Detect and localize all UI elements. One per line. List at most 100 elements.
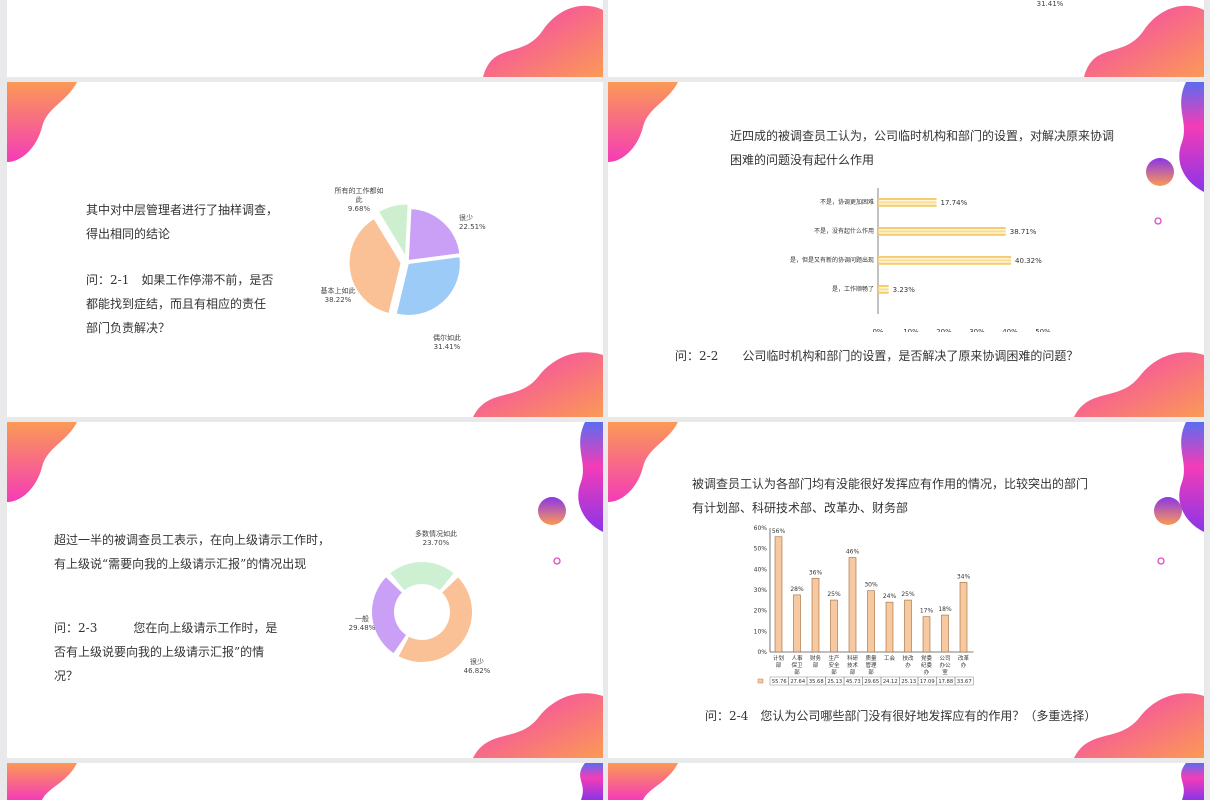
pie-label-jibenshang: 基本上如此 38.22% [320,287,356,304]
donut-slice [398,577,472,662]
pie-label-suoyou: 所有的工作都如此 9.68% [334,187,384,213]
top-left-blob-decoration [7,422,77,502]
vbar-value-label: 25% [901,591,915,598]
ring-decoration [1154,217,1162,225]
vbar-value-label: 17% [920,608,934,615]
vbar-category-label: 办公 [939,661,951,669]
hbar-rect [878,233,1006,236]
pie-slice [395,256,461,316]
slide-top-left [7,0,603,77]
vbar-category-label: 管理 [865,661,877,669]
right-edge-blob-decoration [580,763,603,800]
gradient-circle-decoration [1154,497,1182,525]
vbar-category-label: 部 [831,668,837,676]
data-table-legend-key [757,678,764,684]
hbar-rect [878,285,889,288]
slide-3: 超过一半的被调查员工表示，在向上级请示工作时，有上级说“需要向我的上级请示汇报”… [7,422,603,758]
slide-question-text: 问：2-4 您认为公司哪些部门没有很好地发挥应有的作用？（多重选择） [705,709,1097,723]
slide-top-right: 31.41% [608,0,1204,77]
slide-2: 近四成的被调查员工认为，公司临时机构和部门的设置，对解决原来协调困难的问题没有起… [608,82,1204,417]
hbar-value-label: 17.74% [941,199,968,207]
slide-intro-text: 近四成的被调查员工认为，公司临时机构和部门的设置，对解决原来协调困难的问题没有起… [730,129,1115,167]
vbar-category-label: 保卫 [791,661,803,669]
donut-label-duoshu: 多数情况如此 23.70% [415,530,457,547]
vbar-rect [885,601,894,653]
hbar-rect [878,198,937,201]
donut-label-yiban: 一般 29.48% [348,615,376,632]
data-table-value: 24.12 [883,679,898,685]
vbar-value-label: 34% [957,573,971,580]
hbar-category-label: 不是，没有起什么作用 [814,227,874,235]
vbar-category-label: 办 [961,661,967,669]
hbar-rect [878,291,889,294]
slide-4: 被调查员工认为各部门均有没能很好发挥应有作用的情况，比较突出的部门有计划部、科研… [608,422,1204,758]
data-table-value: 27.64 [790,679,806,685]
vbar-category-label: 部 [776,661,782,669]
data-table-value: 29.65 [864,679,879,685]
corner-blob-decoration [473,693,603,758]
slide-intro-text: 其中对中层管理者进行了抽样调查，得出相同的结论 [86,203,279,241]
slide-question-text: 问：2-1 如果工作停滞不前，是否都能找到症结，而且有相应的责任部门负责解决？ [86,273,274,335]
hbar-tick-label: 50% [1035,328,1051,332]
vbar-rect [774,536,783,653]
vbar-tick-label: 10% [754,628,768,635]
vbar-rect [941,614,949,653]
vbar-category-label: 部 [868,668,874,676]
gradient-circle-decoration [538,497,566,525]
top-left-blob-decoration [608,763,678,800]
vbar-rect [867,590,875,653]
vbar-tick-label: 40% [754,566,768,573]
right-edge-blob-decoration [578,422,603,532]
vbar-category-label: 办 [905,661,911,669]
vbar-rect [793,594,801,653]
vbar-category-label: 科研 [847,654,859,662]
vbar-value-label: 56% [772,528,786,535]
hbar-value-label: 40.32% [1015,257,1042,265]
vbar-tick-label: 20% [754,608,768,615]
vbar-category-label: 安全 [828,661,840,669]
data-table-value: 55.76 [772,679,787,685]
vbar-category-label: 财务 [810,654,822,662]
vbar-value-label: 46% [846,548,860,555]
ring-decoration [1157,557,1165,565]
slide-1: 其中对中层管理者进行了抽样调查，得出相同的结论 问：2-1 如果工作停滞不前，是… [7,82,603,417]
slide-question-text: 问：2-2 公司临时机构和部门的设置，是否解决了原来协调困难的问题？ [675,349,1079,363]
hbar-tick-label: 20% [936,328,952,332]
vbar-category-label: 部 [813,661,819,669]
vbar-rect [830,599,838,653]
hbar-rect [878,262,1012,265]
vbar-category-label: 办 [924,668,930,676]
vbar-tick-label: 50% [754,546,768,553]
hbar-rect [878,259,1012,262]
top-left-blob-decoration [7,82,77,162]
hbar-tick-label: 40% [1002,328,1018,332]
pie-slice [407,208,461,262]
pie-label-henshao: 很少 22.51% [459,214,486,231]
hbar-rect [878,204,937,207]
vbar-category-label: 技术 [847,661,859,669]
right-edge-blob-decoration [1181,763,1204,800]
vbar-chart-2-4: 0%10%20%30%40%50%60% 56%计划部55.7628%人事保卫部2… [754,525,974,686]
vbar-tick-label: 30% [754,587,768,594]
vbar-value-label: 18% [938,606,952,613]
top-left-blob-decoration [608,82,678,162]
data-table-value: 33.67 [957,679,972,685]
vbar-value-label: 30% [864,582,878,589]
vbar-rect [959,582,968,653]
vbar-category-label: 改革 [958,654,970,662]
hbar-rect [878,256,1012,259]
vbar-category-label: 公司 [939,655,950,662]
slide-intro-text: 超过一半的被调查员工表示，在向上级请示工作时，有上级说“需要向我的上级请示汇报”… [54,533,331,571]
vbar-category-label: 计划 [773,654,784,662]
vbar-tick-label: 0% [757,649,767,656]
donut-label-henshao: 很少 46.82% [463,658,491,675]
corner-blob-decoration [1074,693,1204,758]
data-table-value: 25.13 [827,679,842,685]
slide-bottom-right [608,763,1204,800]
vbar-rect [811,577,820,653]
data-table-value: 17.09 [920,679,935,685]
donut-slice [390,562,454,591]
vbar-rect [922,616,931,653]
data-table-value: 17.88 [938,679,953,685]
hbar-rect [878,227,1006,230]
